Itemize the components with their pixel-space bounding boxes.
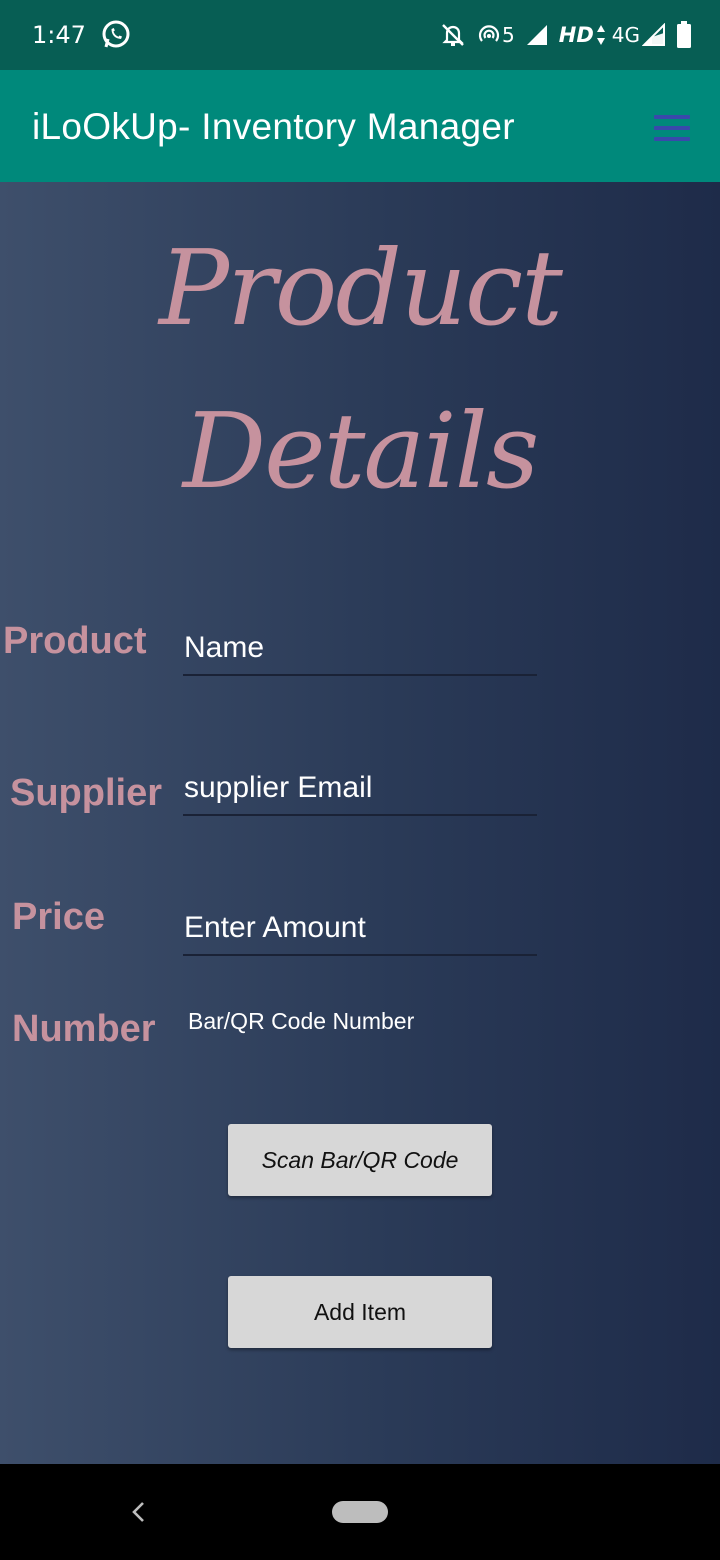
app-title: iLoOkUp- Inventory Manager <box>32 106 515 147</box>
page-title-line-1: Product <box>159 227 563 349</box>
status-bar: 1:47 5 HD 4G <box>0 0 720 70</box>
product-label: Product <box>3 620 147 662</box>
hotspot-count: 5 <box>502 23 515 47</box>
price-input[interactable] <box>183 896 537 956</box>
battery-icon <box>677 21 691 48</box>
bell-off-icon <box>442 24 464 46</box>
supplier-label: Supplier <box>10 772 163 814</box>
status-indicators: 5 HD 4G <box>440 18 692 52</box>
add-item-button[interactable]: Add Item <box>228 1276 492 1348</box>
price-label: Price <box>12 896 105 938</box>
product-name-input[interactable] <box>183 616 537 676</box>
network-type: 4G <box>611 23 640 47</box>
hamburger-menu-icon[interactable] <box>648 112 696 144</box>
page-title-line-2: Details <box>182 390 540 512</box>
navigation-bar <box>0 1464 720 1560</box>
app-bar: iLoOkUp- Inventory Manager <box>0 70 720 182</box>
data-arrows-icon <box>596 25 605 45</box>
whatsapp-icon <box>102 20 130 48</box>
signal-icon <box>526 25 547 45</box>
supplier-email-input[interactable] <box>183 756 537 816</box>
signal-icon <box>642 23 665 46</box>
number-label: Number <box>12 1008 156 1050</box>
status-time: 1:47 <box>32 21 86 49</box>
barcode-number-text: Bar/QR Code Number <box>188 1008 415 1034</box>
hotspot-icon <box>478 25 500 42</box>
scan-code-button[interactable]: Scan Bar/QR Code <box>228 1124 492 1196</box>
back-icon[interactable] <box>126 1498 150 1526</box>
home-pill-icon[interactable] <box>332 1501 388 1523</box>
hd-badge: HD <box>558 23 594 47</box>
main-content: Product Details Product Supplier Price N… <box>0 182 720 1464</box>
